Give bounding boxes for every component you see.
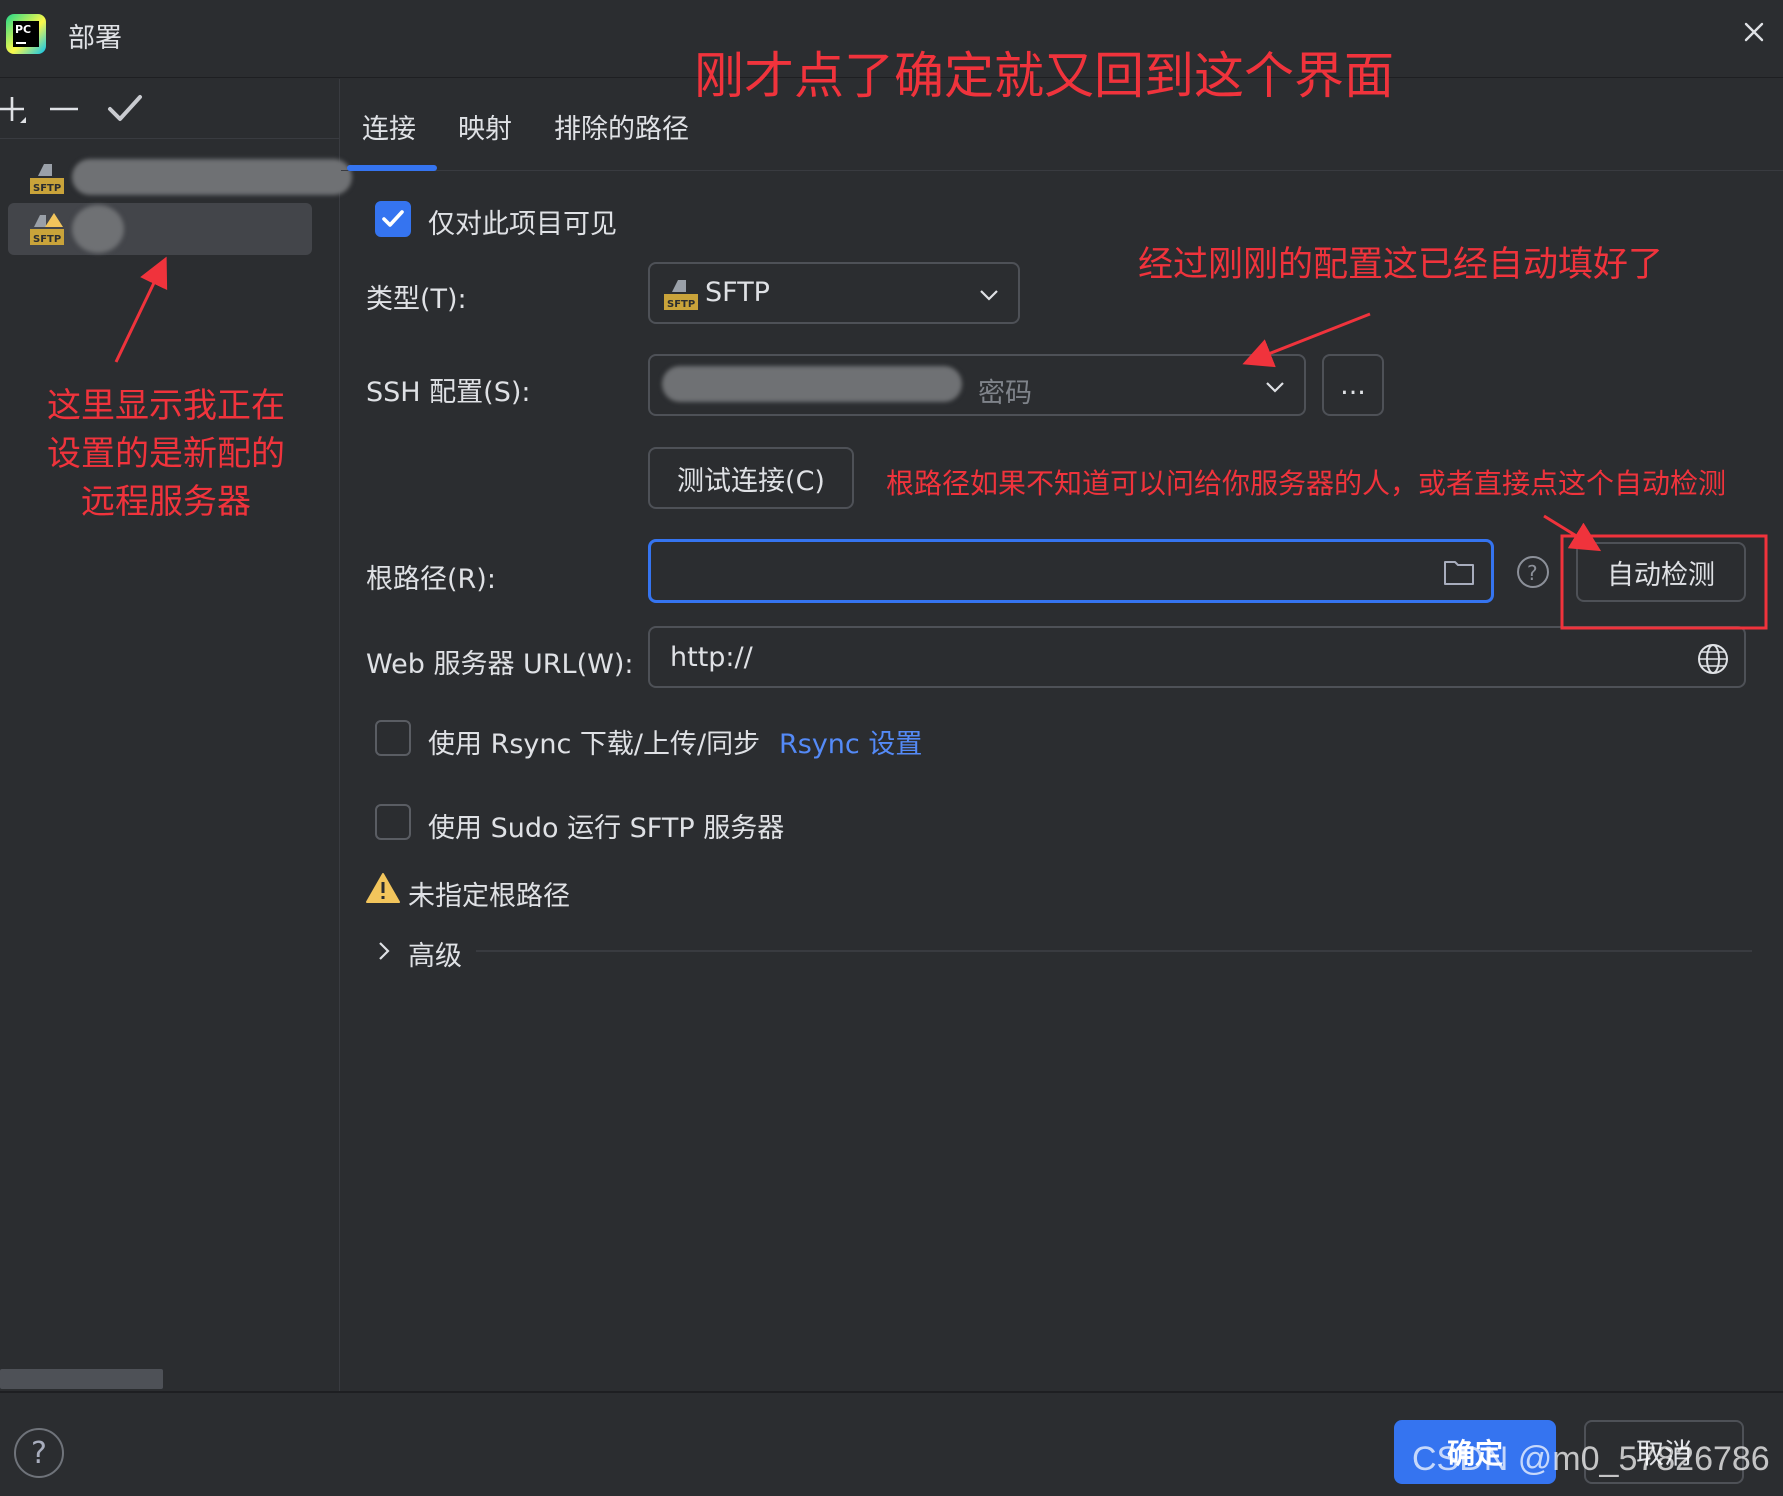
warning-icon xyxy=(366,873,400,903)
ssh-config-value-suffix: 密码 xyxy=(978,378,1032,409)
pycharm-logo-icon: PC xyxy=(6,14,46,54)
visible-only-this-project-checkbox[interactable] xyxy=(375,201,411,237)
svg-text:SFTP: SFTP xyxy=(667,299,695,310)
ssh-config-label: SSH 配置(S): xyxy=(366,377,531,408)
root-path-input[interactable] xyxy=(648,539,1494,603)
warning-text: 未指定根路径 xyxy=(408,881,570,912)
svg-text:SFTP: SFTP xyxy=(33,234,61,245)
svg-text:SFTP: SFTP xyxy=(33,183,61,194)
use-sudo-label: 使用 Sudo 运行 SFTP 服务器 xyxy=(428,813,785,844)
web-url-label: Web 服务器 URL(W): xyxy=(366,649,634,680)
remove-icon[interactable] xyxy=(44,87,88,131)
annotation-ssh: 经过刚刚的配置这已经自动填好了 xyxy=(1138,245,1664,285)
watermark: CSDN @m0_57826786 xyxy=(1412,1440,1770,1478)
test-connection-button[interactable]: 测试连接(C) xyxy=(648,447,854,509)
web-url-input[interactable]: http:// xyxy=(648,626,1746,688)
check-icon[interactable] xyxy=(104,87,148,131)
horizontal-scrollbar[interactable] xyxy=(0,1369,163,1389)
server-list-item[interactable]: SFTP xyxy=(8,151,352,203)
advanced-section-toggle[interactable]: 高级 xyxy=(408,934,462,973)
autodetect-button[interactable]: 自动检测 xyxy=(1576,542,1746,602)
visible-only-this-project-label: 仅对此项目可见 xyxy=(428,209,617,240)
type-value: SFTP xyxy=(705,277,770,308)
use-rsync-label: 使用 Rsync 下载/上传/同步 xyxy=(428,729,761,760)
redacted-server-name xyxy=(72,205,124,253)
close-icon[interactable] xyxy=(1740,18,1768,46)
advanced-divider xyxy=(476,950,1752,952)
web-url-value: http:// xyxy=(670,642,753,673)
type-dropdown[interactable]: SFTP SFTP xyxy=(648,262,1020,324)
help-button[interactable]: ? xyxy=(14,1428,64,1478)
globe-icon[interactable] xyxy=(1696,642,1730,676)
svg-text:?: ? xyxy=(1527,561,1538,585)
help-icon[interactable]: ? xyxy=(1516,555,1550,589)
active-tab-indicator xyxy=(347,165,437,171)
annotation-root-path: 根路径如果不知道可以问给你服务器的人，或者直接点这个自动检测 xyxy=(886,467,1727,500)
tab-excluded-paths[interactable]: 排除的路径 xyxy=(554,107,689,146)
tab-mapping[interactable]: 映射 xyxy=(458,107,512,146)
redacted-ssh-config xyxy=(662,366,962,402)
ssh-config-more-button[interactable]: ... xyxy=(1322,354,1384,416)
chevron-right-icon[interactable] xyxy=(374,940,394,962)
add-icon[interactable] xyxy=(0,87,44,131)
annotation-top: 刚才点了确定就又回到这个界面 xyxy=(694,47,1394,105)
folder-icon[interactable] xyxy=(1443,558,1475,586)
sftp-warning-icon: SFTP xyxy=(30,213,64,245)
rsync-settings-link[interactable]: Rsync 设置 xyxy=(779,722,922,761)
root-path-label: 根路径(R): xyxy=(366,564,496,595)
footer-divider xyxy=(0,1391,1783,1393)
sftp-icon: SFTP xyxy=(664,280,698,310)
server-list-item-selected[interactable]: SFTP xyxy=(8,203,312,255)
chevron-down-icon xyxy=(980,290,998,301)
server-list-panel: SFTP SFTP xyxy=(0,79,352,1391)
use-sudo-checkbox[interactable] xyxy=(375,804,411,840)
tab-connection[interactable]: 连接 xyxy=(362,107,416,146)
chevron-down-icon xyxy=(1266,382,1284,393)
annotation-left: 这里显示我正在 设置的是新配的 远程服务器 xyxy=(40,382,292,526)
redacted-server-name xyxy=(72,159,352,195)
annotation-left-line: 远程服务器 xyxy=(81,482,251,522)
annotation-left-line: 设置的是新配的 xyxy=(47,434,285,474)
ssh-config-dropdown[interactable]: 密码 xyxy=(648,354,1306,416)
type-label: 类型(T): xyxy=(366,284,467,315)
server-list-toolbar xyxy=(0,79,340,139)
annotation-left-line: 这里显示我正在 xyxy=(47,386,285,426)
sftp-icon: SFTP xyxy=(30,164,64,194)
window-title: 部署 xyxy=(68,23,122,54)
checkmark-icon xyxy=(382,210,404,227)
use-rsync-checkbox[interactable] xyxy=(375,720,411,756)
